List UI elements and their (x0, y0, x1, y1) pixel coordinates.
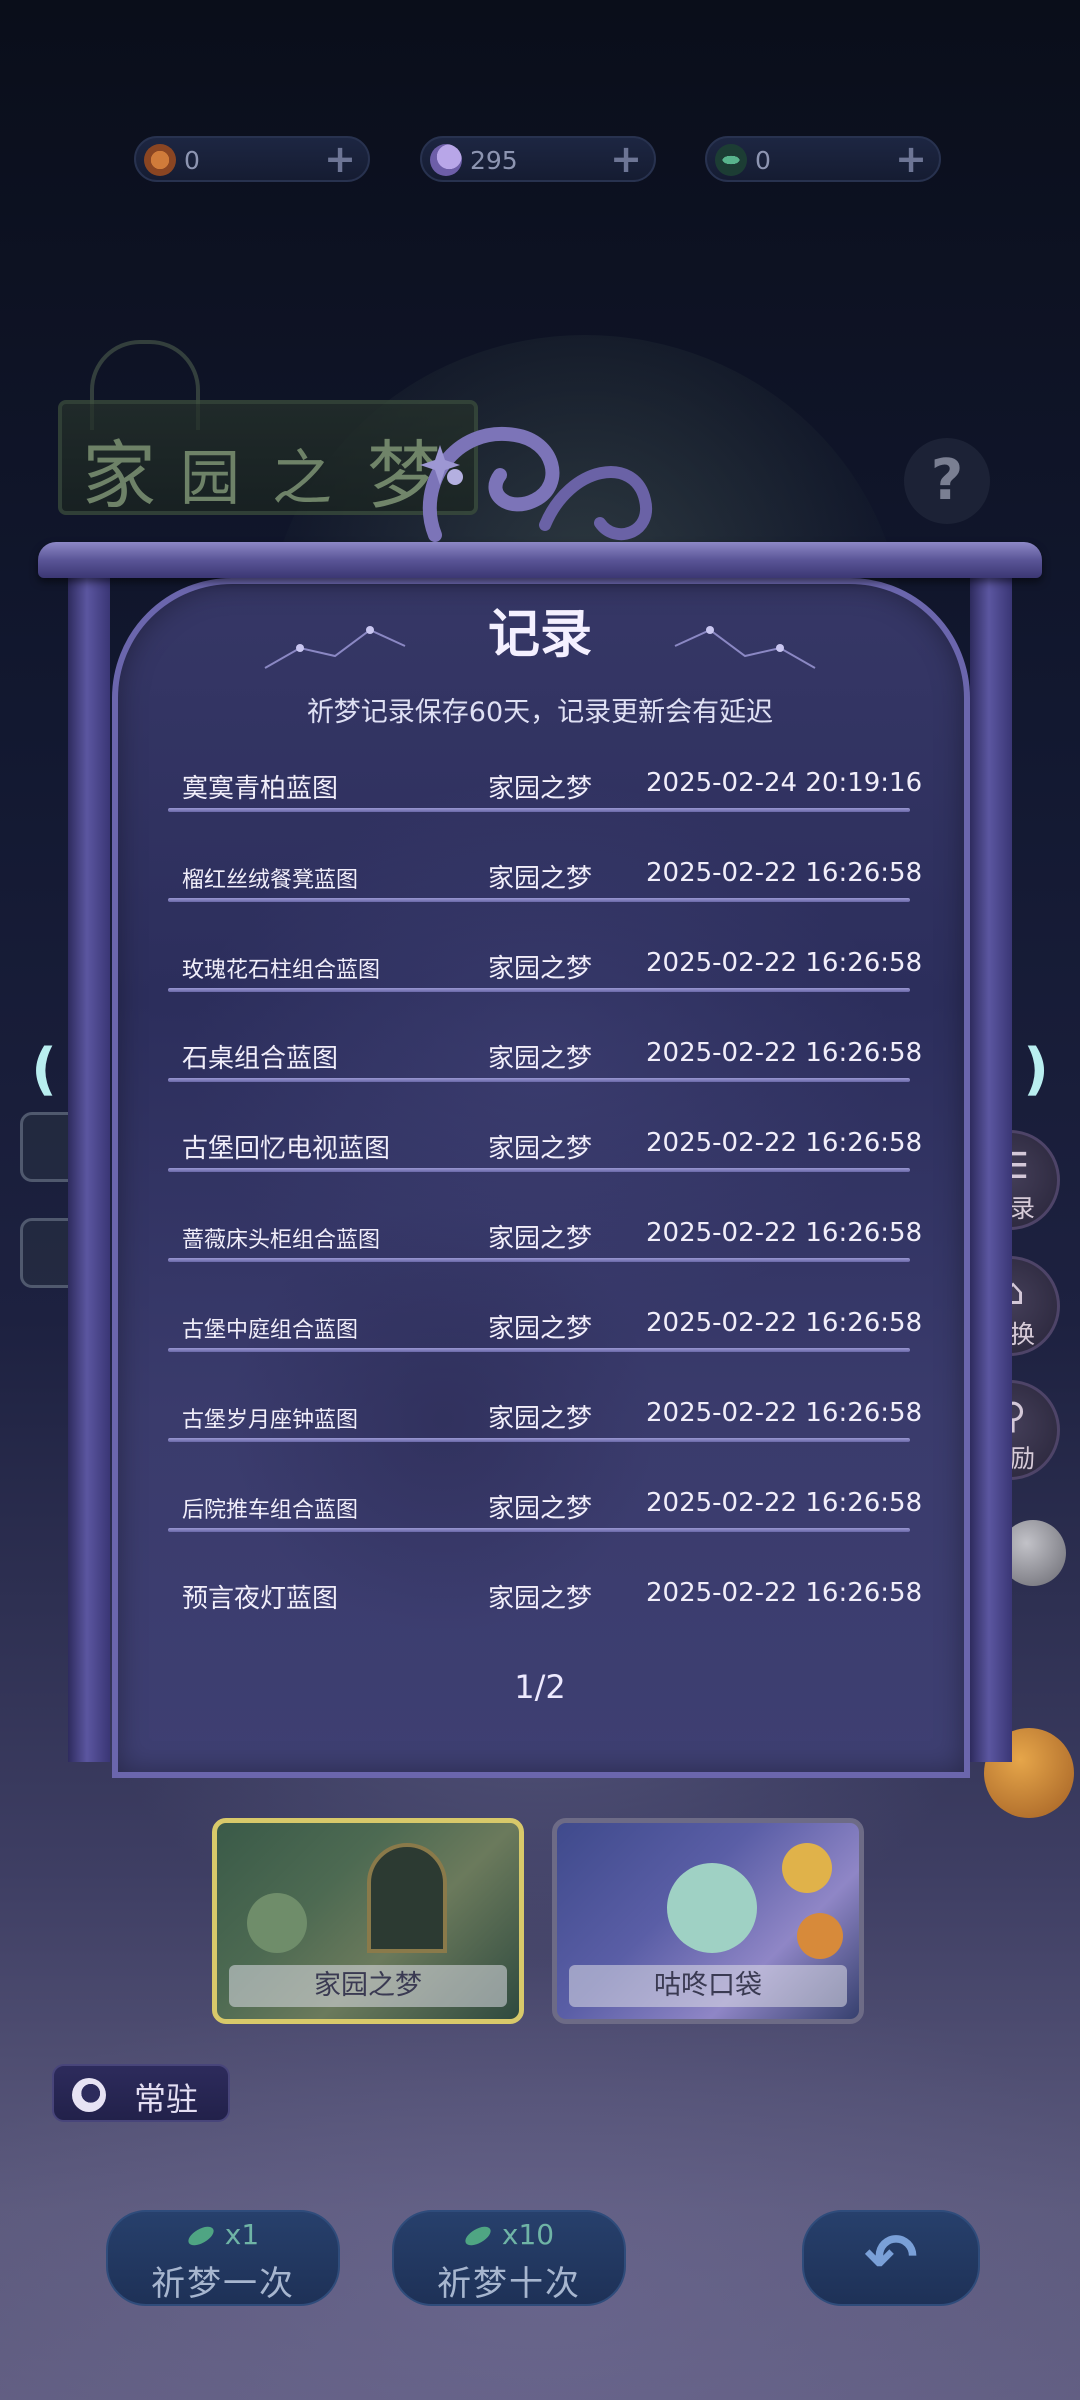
record-time: 2025-02-22 16:26:58 (646, 858, 923, 888)
record-item: 蔷薇床头柜组合蓝图 (182, 1228, 381, 1253)
record-time: 2025-02-22 16:26:58 (646, 1218, 923, 1248)
frame-pillar (970, 572, 1012, 1762)
record-row: 古堡中庭组合蓝图 家园之梦 2025-02-22 16:26:58 (168, 1286, 922, 1376)
record-time: 2025-02-22 16:26:58 (646, 948, 923, 978)
row-divider (168, 1168, 910, 1172)
moon-icon (430, 144, 462, 176)
record-item: 古堡中庭组合蓝图 (182, 1318, 359, 1343)
row-divider (168, 1348, 910, 1352)
record-pool: 家园之梦 (488, 1224, 593, 1254)
character-icon (797, 1913, 843, 1959)
modal-title: 记录 (487, 605, 592, 665)
record-time: 2025-02-22 16:26:58 (646, 1038, 923, 1068)
back-button[interactable]: ↶ (802, 2210, 980, 2306)
record-pool: 家园之梦 (488, 864, 593, 894)
character-icon (782, 1843, 832, 1893)
leaf-icon (185, 2222, 217, 2250)
record-time: 2025-02-22 16:26:58 (646, 1308, 923, 1338)
record-row: 蔷薇床头柜组合蓝图 家园之梦 2025-02-22 16:26:58 (168, 1196, 922, 1286)
coin-icon (144, 144, 176, 176)
moon-crest-icon (420, 426, 653, 542)
record-time: 2025-02-24 20:19:16 (646, 768, 923, 798)
record-pool: 家园之梦 (488, 774, 593, 804)
record-pool: 家园之梦 (488, 1584, 593, 1614)
record-item: 古堡回忆电视蓝图 (182, 1134, 391, 1164)
record-item: 后院推车组合蓝图 (182, 1498, 359, 1523)
row-divider (168, 1258, 910, 1262)
record-pool: 家园之梦 (488, 954, 593, 984)
row-divider (168, 808, 910, 812)
leaf-icon (715, 144, 747, 176)
gate-icon (367, 1843, 447, 1953)
row-divider (168, 1078, 910, 1082)
character-icon (667, 1863, 757, 1953)
currency-green-leaf: 0 + (705, 136, 941, 182)
pool-card-garden-dream[interactable]: 家园之梦 (212, 1818, 524, 2024)
record-item: 寞寞青柏蓝图 (182, 774, 339, 804)
pray-label: 祈梦十次 (437, 2264, 581, 2304)
record-row: 榴红丝绒餐凳蓝图 家园之梦 2025-02-22 16:26:58 (168, 836, 922, 926)
row-divider (168, 988, 910, 992)
pray-ten-button[interactable]: x10 祈梦十次 (392, 2210, 626, 2306)
record-time: 2025-02-22 16:26:58 (646, 1398, 923, 1428)
row-divider (168, 1438, 910, 1442)
sign-char: 家 (82, 433, 156, 519)
record-pool: 家园之梦 (488, 1134, 593, 1164)
currency-moon-star: 295 + (420, 136, 656, 182)
pray-label: 祈梦一次 (151, 2264, 295, 2304)
frame-pillar (68, 572, 110, 1762)
record-row: 石桌组合蓝图 家园之梦 2025-02-22 16:26:58 (168, 1016, 922, 1106)
pray-once-button[interactable]: x1 祈梦一次 (106, 2210, 340, 2306)
pool-card-gudong-pocket[interactable]: 咕咚口袋 (552, 1818, 864, 2024)
page-indicator: 1/2 (514, 1668, 566, 1706)
record-pool: 家园之梦 (488, 1044, 593, 1074)
swirl-icon (72, 2078, 106, 2112)
record-list[interactable]: 寞寞青柏蓝图 家园之梦 2025-02-24 20:19:16 榴红丝绒餐凳蓝图… (168, 746, 922, 1646)
sign-char: 之 (272, 444, 332, 514)
pray-cost: x1 (108, 2218, 338, 2251)
record-row: 古堡岁月座钟蓝图 家园之梦 2025-02-22 16:26:58 (168, 1376, 922, 1466)
record-pool: 家园之梦 (488, 1404, 593, 1434)
pool-label: 家园之梦 (229, 1965, 507, 2007)
pray-cost: x10 (394, 2218, 624, 2251)
back-icon: ↶ (864, 2221, 918, 2295)
record-row: 预言夜灯蓝图 家园之梦 2025-02-22 16:26:58 (168, 1556, 922, 1646)
record-row: 后院推车组合蓝图 家园之梦 2025-02-22 16:26:58 (168, 1466, 922, 1556)
leaf-icon (462, 2222, 494, 2250)
sign-char: 园 (180, 444, 240, 514)
record-row: 古堡回忆电视蓝图 家园之梦 2025-02-22 16:26:58 (168, 1106, 922, 1196)
next-page-arrow-icon[interactable]: ) (1016, 1040, 1056, 1100)
record-item: 预言夜灯蓝图 (182, 1584, 339, 1614)
previous-page-arrow-icon[interactable]: ( (24, 1040, 64, 1100)
bush-icon (247, 1893, 307, 1953)
record-pool: 家园之梦 (488, 1494, 593, 1524)
permanent-tab-label: 常驻 (134, 2080, 199, 2118)
permanent-tab[interactable]: 常驻 (52, 2064, 230, 2122)
game-screen: 0 + 295 + 0 + 家 园 之 梦 ? ☰ 记录 ⌂ 兑换 ⚲ 奖励 (0, 0, 1080, 2400)
row-divider (168, 1528, 910, 1532)
pray-cost-value: x1 (224, 2218, 260, 2251)
record-item: 石桌组合蓝图 (182, 1044, 339, 1074)
record-time: 2025-02-22 16:26:58 (646, 1488, 923, 1518)
row-divider (168, 898, 910, 902)
record-time: 2025-02-22 16:26:58 (646, 1578, 923, 1608)
record-row: 寞寞青柏蓝图 家园之梦 2025-02-24 20:19:16 (168, 746, 922, 836)
modal-subtitle: 祈梦记录保存60天，记录更新会有延迟 (306, 697, 774, 728)
add-currency-button[interactable]: + (322, 138, 358, 180)
record-item: 榴红丝绒餐凳蓝图 (182, 868, 359, 893)
currency-value: 0 (755, 146, 771, 175)
record-row: 玫瑰花石柱组合蓝图 家园之梦 2025-02-22 16:26:58 (168, 926, 922, 1016)
currency-dream-coin: 0 + (134, 136, 370, 182)
help-button[interactable]: ? (904, 438, 990, 524)
record-item: 古堡岁月座钟蓝图 (182, 1408, 359, 1433)
pool-label: 咕咚口袋 (569, 1965, 847, 2007)
record-time: 2025-02-22 16:26:58 (646, 1128, 923, 1158)
currency-value: 295 (470, 146, 518, 175)
add-currency-button[interactable]: + (608, 138, 644, 180)
currency-value: 0 (184, 146, 200, 175)
record-pool: 家园之梦 (488, 1314, 593, 1344)
record-item: 玫瑰花石柱组合蓝图 (182, 958, 381, 983)
add-currency-button[interactable]: + (893, 138, 929, 180)
pray-cost-value: x10 (501, 2218, 555, 2251)
